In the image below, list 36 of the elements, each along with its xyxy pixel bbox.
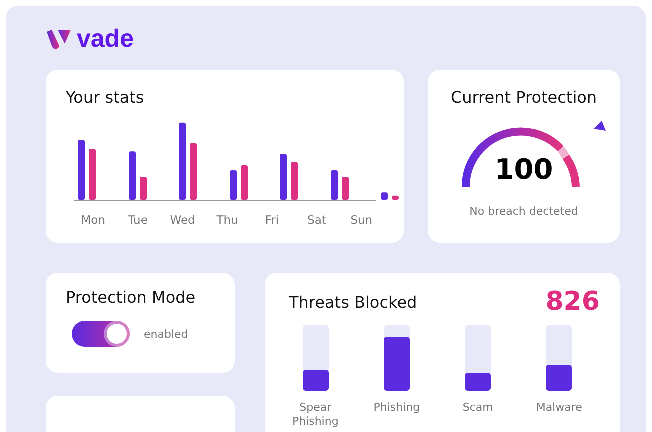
day-label: Fri [264,213,280,227]
day-label: Mon [80,213,106,227]
chart-bar [78,140,85,200]
protection-score: 100 [494,153,554,186]
threats-total: 826 [546,287,600,317]
day-label: Sun [350,213,374,227]
status-caption: No breach decteted [470,205,578,218]
chart-bar [89,149,96,200]
chart-bar [280,154,287,200]
chart-bar [342,177,348,200]
chart-bar [291,162,298,200]
chart-bar [240,166,248,200]
chart-bar [330,170,338,200]
chart-bar [392,196,399,200]
threat-label: Scam [462,401,494,415]
chart-bar [190,143,197,200]
toggle-label: enabled [144,328,188,340]
chart-bar [230,170,236,200]
card-title: Protection Mode [66,288,197,307]
brand-name: vade [77,26,134,52]
day-label: Thu [216,213,240,227]
threat-label: Malware [535,401,584,415]
chart-bar [140,177,146,200]
logo-icon [46,28,72,50]
chart-bar [128,152,136,200]
threat-label: Phishing [372,401,422,415]
day-label: Sat [306,213,328,227]
day-label: Tue [127,213,149,227]
triangle-icon [594,121,606,132]
toggle-switch[interactable] [72,321,130,347]
day-label: Wed [169,213,196,227]
card-title: Your stats [66,88,146,107]
threat-label: Spear Phishing [291,401,340,428]
card-title: Threats Blocked [289,292,418,312]
chart-bar [381,192,388,200]
card-title: Current Protection [450,88,598,107]
